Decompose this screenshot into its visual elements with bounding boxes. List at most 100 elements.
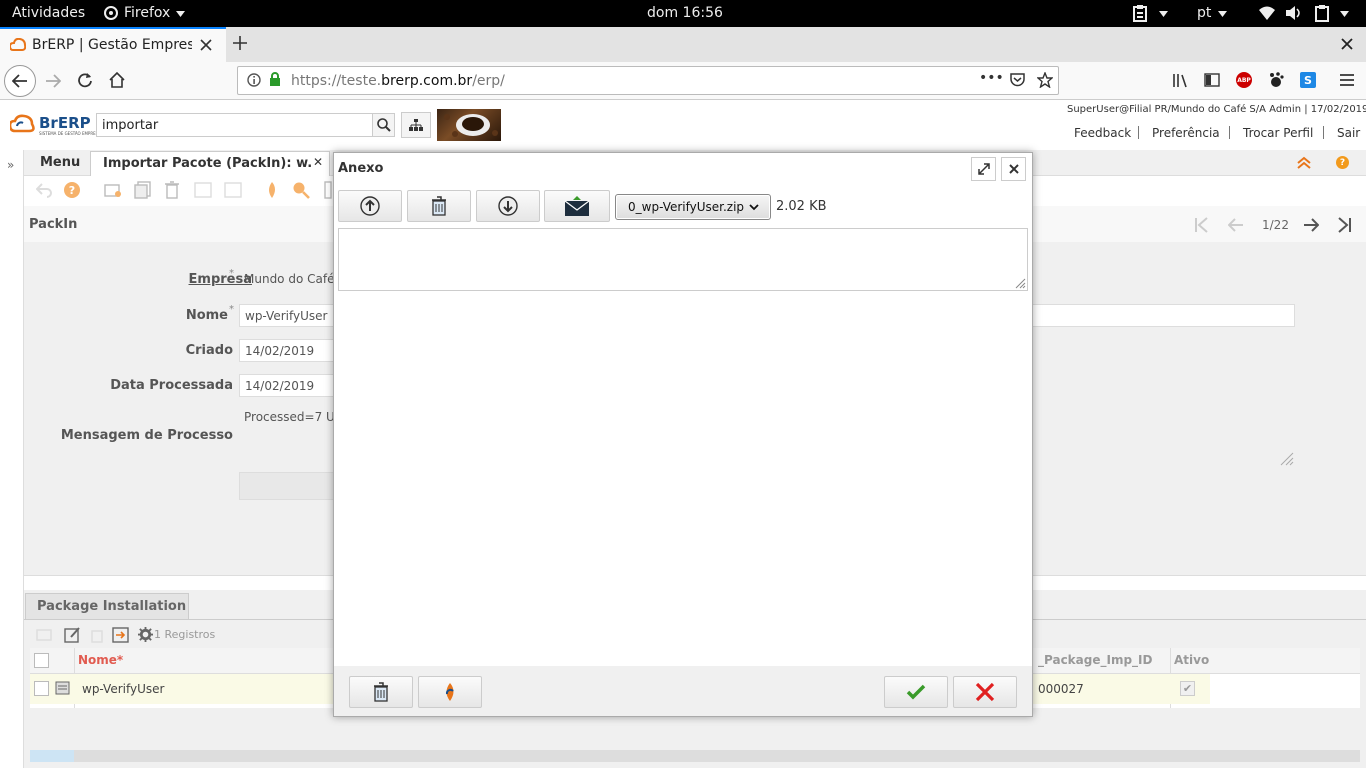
- pocket-icon[interactable]: [1010, 73, 1025, 87]
- detail-delete-icon[interactable]: [90, 627, 104, 643]
- empresa-label[interactable]: Empresa: [189, 272, 252, 287]
- empresa-field[interactable]: Mundo do Café: [244, 272, 334, 286]
- delete-attachment-button[interactable]: [407, 190, 471, 222]
- upload-button[interactable]: [338, 190, 402, 222]
- find-icon[interactable]: [292, 181, 310, 199]
- chevron-down-icon: [1340, 11, 1349, 17]
- activities-button[interactable]: Atividades: [12, 5, 85, 21]
- horizontal-scrollbar[interactable]: [30, 750, 1360, 762]
- textarea-resize-handle[interactable]: [1280, 452, 1294, 466]
- undo-icon[interactable]: [36, 182, 52, 198]
- row-ativo-checkbox[interactable]: ✔: [1180, 681, 1195, 696]
- home-icon[interactable]: [109, 72, 125, 88]
- switch-role-link[interactable]: Trocar Perfil: [1243, 126, 1313, 140]
- tab-menu[interactable]: Menu: [40, 155, 80, 170]
- cancel-x-icon: [975, 682, 995, 702]
- delete-all-button[interactable]: [349, 676, 413, 708]
- attachment-file-select[interactable]: 0_wp-VerifyUser.zip: [615, 194, 771, 220]
- hamburger-menu-icon[interactable]: [1339, 73, 1355, 87]
- close-tab-icon[interactable]: ✕: [313, 155, 323, 169]
- firefox-app-icon: [103, 5, 119, 21]
- save-icon[interactable]: [194, 182, 212, 198]
- detail-navigate-icon[interactable]: [112, 627, 129, 643]
- library-icon[interactable]: [1173, 73, 1189, 88]
- close-dialog-icon[interactable]: [1001, 157, 1026, 181]
- textarea-resize-handle[interactable]: [1015, 278, 1026, 289]
- keyboard-language[interactable]: pt: [1197, 5, 1211, 21]
- last-record-icon[interactable]: [1338, 217, 1352, 233]
- gear-icon[interactable]: [138, 627, 153, 642]
- email-button[interactable]: [544, 190, 610, 222]
- logout-link[interactable]: Sair: [1337, 126, 1360, 140]
- attachment-icon[interactable]: [324, 181, 332, 199]
- browser-tab[interactable]: BrERP | Gestão Empresa: [0, 27, 226, 62]
- chevron-down-icon: [1159, 11, 1168, 17]
- refresh-icon: [445, 683, 454, 701]
- sidebar-icon[interactable]: [1204, 73, 1220, 87]
- record-header-title: PackIn: [29, 217, 78, 232]
- preferences-link[interactable]: Preferência: [1152, 126, 1220, 140]
- row-edit-icon[interactable]: [55, 681, 70, 695]
- process-button[interactable]: [239, 472, 339, 500]
- first-record-icon[interactable]: [1194, 217, 1208, 233]
- row-checkbox[interactable]: [34, 681, 49, 696]
- copy-record-icon[interactable]: [134, 181, 152, 199]
- bookmark-star-icon[interactable]: [1037, 72, 1053, 88]
- back-icon[interactable]: [4, 65, 36, 97]
- refresh-icon[interactable]: [264, 181, 280, 199]
- expand-panel-icon[interactable]: »: [7, 158, 14, 172]
- detail-toolbar-new-icon[interactable]: [36, 628, 52, 642]
- new-record-icon[interactable]: [104, 182, 122, 198]
- help-icon[interactable]: ?: [1336, 156, 1349, 169]
- clipboard-icon[interactable]: [1133, 5, 1147, 22]
- tab-package-installation[interactable]: Package Installation: [25, 593, 189, 619]
- criado-label: Criado: [185, 343, 233, 358]
- email-icon: [564, 196, 590, 216]
- info-icon[interactable]: [247, 73, 261, 87]
- previous-record-icon[interactable]: [1228, 218, 1244, 232]
- menu-search-input[interactable]: importar: [96, 113, 373, 137]
- select-all-checkbox[interactable]: [34, 653, 49, 668]
- refresh-button[interactable]: [418, 676, 482, 708]
- column-header-ativo[interactable]: Ativo: [1174, 653, 1209, 667]
- delete-icon[interactable]: [164, 181, 180, 199]
- maximize-icon[interactable]: [971, 157, 996, 181]
- brerp-logo-text: BrERP: [39, 114, 91, 132]
- new-tab-icon[interactable]: [232, 35, 248, 51]
- help-icon[interactable]: ?: [64, 182, 80, 198]
- save-new-icon[interactable]: [224, 182, 242, 198]
- column-header-nome[interactable]: Nome*: [78, 653, 123, 667]
- volume-icon[interactable]: [1286, 6, 1302, 20]
- gnome-extension-icon[interactable]: [1268, 72, 1284, 88]
- close-tab-icon[interactable]: [200, 39, 212, 51]
- edit-icon[interactable]: [64, 627, 81, 643]
- reload-icon[interactable]: [77, 72, 93, 88]
- clock[interactable]: dom 16:56: [647, 5, 723, 21]
- app-menu-button[interactable]: Firefox: [124, 5, 170, 21]
- close-window-icon[interactable]: [1341, 38, 1353, 50]
- tab-label: Importar Pacote (PackIn): w...: [103, 156, 311, 171]
- wifi-icon[interactable]: [1259, 6, 1275, 20]
- brerp-logo[interactable]: [10, 114, 36, 134]
- attachment-text-area[interactable]: [338, 228, 1028, 291]
- ok-button[interactable]: [884, 676, 948, 708]
- url-bar[interactable]: https://teste.brerp.com.br/erp/ •••: [237, 66, 1059, 95]
- search-icon[interactable]: [372, 113, 395, 137]
- cancel-button[interactable]: [953, 676, 1017, 708]
- adblock-icon[interactable]: ABP: [1236, 72, 1252, 88]
- page-actions-icon[interactable]: •••: [979, 70, 1004, 86]
- collapse-header-icon[interactable]: [1296, 156, 1312, 170]
- collapsed-west-panel[interactable]: »: [0, 150, 24, 768]
- column-header-imp-id[interactable]: _Package_Imp_ID: [1038, 653, 1152, 667]
- skype-extension-icon[interactable]: S: [1300, 72, 1316, 88]
- dialog-footer: [334, 666, 1032, 716]
- system-menu-icon[interactable]: [1315, 5, 1331, 22]
- forward-icon[interactable]: [45, 74, 61, 88]
- tab-importar-pacote[interactable]: Importar Pacote (PackIn): w... ✕: [90, 151, 330, 176]
- next-record-icon[interactable]: [1303, 218, 1319, 232]
- attachment-dialog: Anexo 0_wp-VerifyUser.zip 2.02 KB: [333, 152, 1033, 717]
- url-text: https://teste.brerp.com.br/erp/: [291, 73, 505, 89]
- download-button[interactable]: [476, 190, 540, 222]
- feedback-link[interactable]: Feedback: [1074, 126, 1131, 140]
- tree-menu-icon[interactable]: [401, 112, 431, 138]
